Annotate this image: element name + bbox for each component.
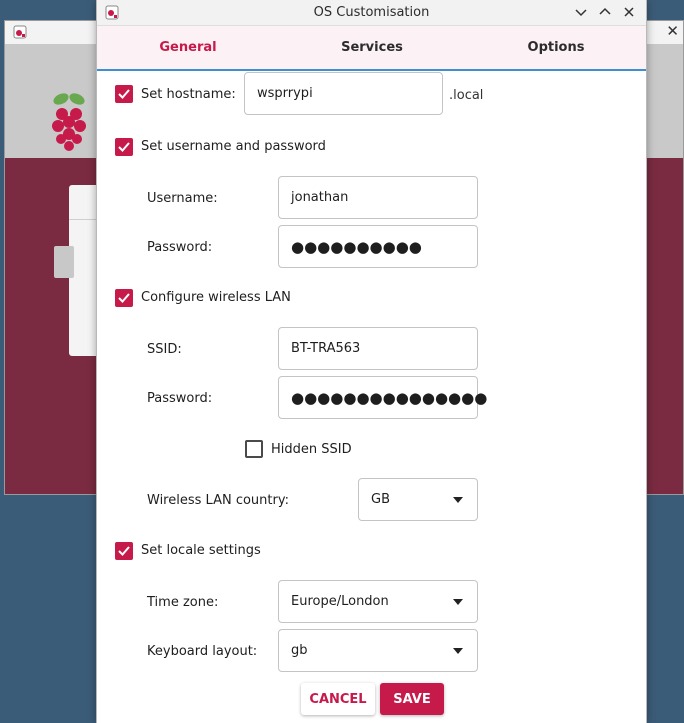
save-button[interactable]: SAVE: [380, 683, 444, 715]
os-customisation-dialog: OS Customisation General Services Option…: [96, 0, 647, 723]
hidden-ssid-checkbox[interactable]: [245, 440, 263, 458]
minimize-icon[interactable]: [572, 3, 590, 21]
locale-label: Set locale settings: [141, 543, 261, 558]
locale-checkbox[interactable]: [115, 542, 133, 560]
user-password-label: Password:: [147, 240, 213, 255]
dialog-title: OS Customisation: [313, 5, 430, 20]
dropdown-arrow-icon: [453, 497, 463, 503]
wlan-country-value: GB: [371, 492, 390, 507]
keyboard-select[interactable]: gb: [278, 629, 478, 672]
hostname-label: Set hostname:: [141, 87, 236, 102]
wlan-password-input[interactable]: ●●●●●●●●●●●●●●●: [278, 376, 487, 419]
cancel-button[interactable]: CANCEL: [301, 683, 375, 715]
raspberry-pi-app-icon: [13, 25, 27, 39]
tab-bar: General Services Options: [97, 26, 646, 71]
hidden-ssid-label: Hidden SSID: [271, 442, 352, 457]
ssid-label: SSID:: [147, 342, 182, 357]
wireless-lan-label: Configure wireless LAN: [141, 290, 291, 305]
wlan-country-select[interactable]: GB: [358, 478, 478, 521]
username-password-checkbox[interactable]: [115, 138, 133, 156]
keyboard-label: Keyboard layout:: [147, 644, 258, 659]
user-password-input[interactable]: ●●●●●●●●●●: [278, 225, 478, 268]
username-input[interactable]: jonathan: [278, 176, 478, 219]
background-card-button: [54, 246, 74, 278]
hostname-checkbox[interactable]: [115, 85, 133, 103]
tab-services[interactable]: Services: [312, 40, 432, 55]
keyboard-value: gb: [291, 643, 308, 658]
tab-options[interactable]: Options: [496, 40, 616, 55]
timezone-value: Europe/London: [291, 594, 389, 609]
timezone-label: Time zone:: [147, 595, 219, 610]
checkmark-icon: [118, 546, 130, 556]
hostname-suffix: .local: [449, 88, 484, 103]
dropdown-arrow-icon: [453, 599, 463, 605]
tab-general[interactable]: General: [128, 40, 248, 55]
ssid-input[interactable]: BT-TRA563: [278, 327, 478, 370]
wlan-password-label: Password:: [147, 391, 213, 406]
username-password-label: Set username and password: [141, 139, 326, 154]
dropdown-arrow-icon: [453, 648, 463, 654]
wireless-lan-checkbox[interactable]: [115, 289, 133, 307]
checkmark-icon: [118, 293, 130, 303]
checkmark-icon: [118, 142, 130, 152]
dialog-titlebar: OS Customisation: [97, 0, 646, 26]
maximize-icon[interactable]: [596, 3, 614, 21]
checkmark-icon: [118, 89, 130, 99]
wlan-country-label: Wireless LAN country:: [147, 493, 289, 508]
hostname-input[interactable]: wsprrypi: [244, 72, 443, 115]
background-close-icon[interactable]: ✕: [666, 22, 679, 40]
raspberry-pi-logo: [52, 93, 86, 151]
username-label: Username:: [147, 191, 218, 206]
timezone-select[interactable]: Europe/London: [278, 580, 478, 623]
close-icon[interactable]: [620, 3, 638, 21]
